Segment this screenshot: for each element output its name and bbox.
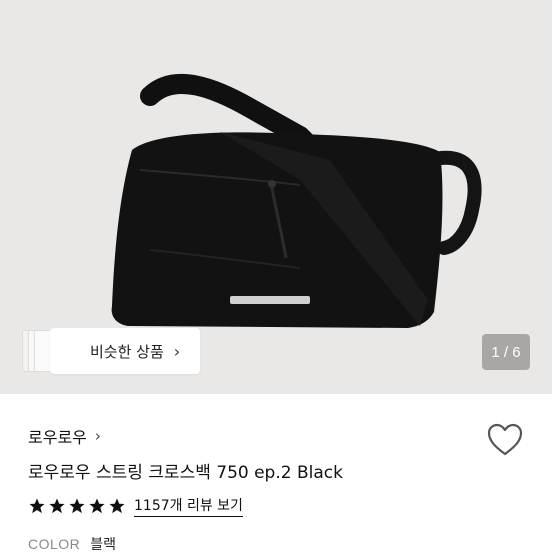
similar-products-group: 비슷한 상품 › xyxy=(22,328,200,374)
rating-stars xyxy=(28,497,126,515)
heart-icon[interactable] xyxy=(486,422,524,458)
similar-products-label: 비슷한 상품 xyxy=(90,342,164,361)
star-icon xyxy=(29,498,45,514)
color-value: 블랙 xyxy=(90,537,117,552)
star-icon xyxy=(109,498,125,514)
rating-row: 1157개 리뷰 보기 xyxy=(28,494,243,518)
brand-name: 로우로우 xyxy=(28,428,87,447)
color-label: COLOR xyxy=(28,536,81,552)
color-row: COLOR 블랙 xyxy=(28,534,116,552)
brand-link[interactable]: 로우로우 › xyxy=(28,424,101,448)
chevron-right-icon: › xyxy=(173,341,181,361)
star-icon xyxy=(69,498,85,514)
chevron-right-icon: › xyxy=(94,427,101,445)
similar-products-button[interactable]: 비슷한 상품 › xyxy=(50,328,200,374)
reviews-link[interactable]: 1157개 리뷰 보기 xyxy=(134,496,243,517)
star-icon xyxy=(49,498,65,514)
product-image-carousel[interactable]: 비슷한 상품 › 1 / 6 xyxy=(0,0,552,394)
star-icon xyxy=(89,498,105,514)
product-title: 로우로우 스트링 크로스백 750 ep.2 Black xyxy=(28,463,343,483)
image-pager: 1 / 6 xyxy=(482,334,530,370)
